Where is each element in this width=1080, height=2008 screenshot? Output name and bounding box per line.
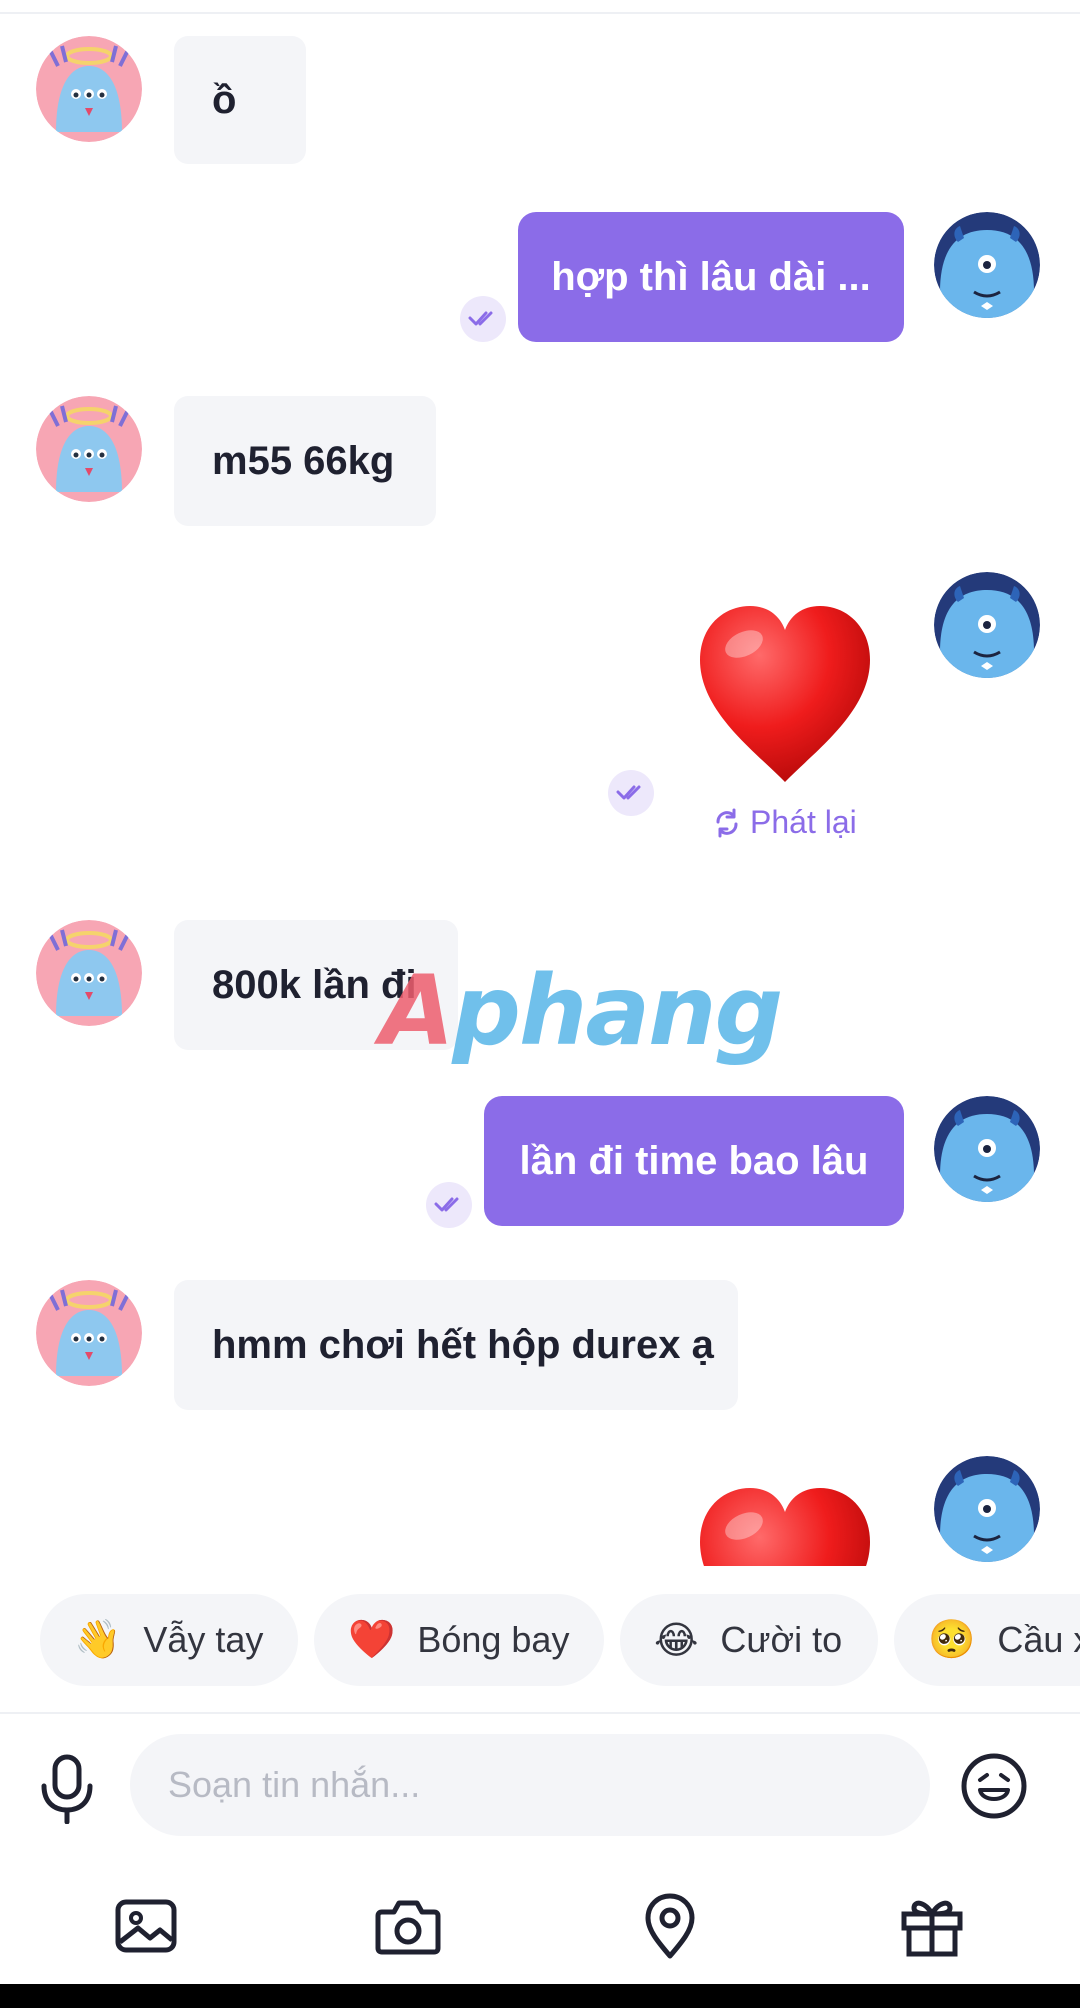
contact-avatar[interactable] (36, 920, 142, 1026)
message-text: m55 66kg (212, 438, 395, 483)
quick-reply-wave[interactable]: 👋 Vẫy tay (40, 1594, 298, 1686)
composer (0, 1730, 1080, 1840)
wave-emoji-icon: 👋 (74, 1619, 122, 1661)
replay-icon (716, 808, 738, 837)
quick-reply-balloon[interactable]: ❤️ Bóng bay (314, 1594, 604, 1686)
message-text: hmm chơi hết hộp durex ạ (212, 1322, 714, 1367)
quick-reply-bar[interactable]: 👋 Vẫy tay ❤️ Bóng bay 😂 Cười to 🥺 Cầu x (0, 1590, 1080, 1690)
my-avatar[interactable] (934, 1456, 1040, 1562)
incoming-message[interactable]: m55 66kg (174, 396, 436, 526)
pleading-emoji-icon: 🥺 (928, 1619, 976, 1661)
my-avatar[interactable] (934, 572, 1040, 678)
message-text: hợp thì lâu dài ... (551, 254, 871, 299)
replay-label: Phát lại (750, 804, 857, 840)
gift-icon[interactable] (896, 1890, 968, 1962)
contact-avatar[interactable] (36, 396, 142, 502)
contact-avatar[interactable] (36, 1280, 142, 1386)
quick-reply-laugh[interactable]: 😂 Cười to (620, 1594, 878, 1686)
quick-reply-label: Cười to (720, 1619, 843, 1660)
quick-reply-label: Vẫy tay (143, 1619, 264, 1660)
attachment-toolbar (0, 1890, 1080, 1962)
header-divider (0, 0, 1080, 14)
message-text: lần đi time bao lâu (519, 1138, 869, 1183)
camera-icon[interactable] (372, 1890, 444, 1962)
location-icon[interactable] (634, 1890, 706, 1962)
message-text: ồ (212, 77, 237, 122)
message-input[interactable] (130, 1734, 930, 1836)
image-icon[interactable] (110, 1890, 182, 1962)
incoming-message[interactable]: hmm chơi hết hộp durex ạ (174, 1280, 738, 1410)
message-list[interactable]: ồ hợp thì lâu dài ... m55 66kg Phát lại … (0, 14, 1080, 1566)
heart-sticker[interactable] (696, 602, 874, 786)
my-avatar[interactable] (934, 1096, 1040, 1202)
emoji-picker-icon[interactable] (960, 1752, 1028, 1820)
outgoing-message[interactable]: hợp thì lâu dài ... (518, 212, 904, 342)
quick-reply-label: Cầu x (997, 1619, 1080, 1660)
heart-emoji-icon: ❤️ (348, 1619, 396, 1661)
replay-button[interactable]: Phát lại (712, 804, 857, 841)
read-receipt-icon (426, 1182, 472, 1228)
system-nav-bar (0, 1984, 1080, 2008)
my-avatar[interactable] (934, 212, 1040, 318)
quick-reply-label: Bóng bay (417, 1619, 570, 1660)
read-receipt-icon (608, 770, 654, 816)
laugh-emoji-icon: 😂 (654, 1619, 699, 1662)
read-receipt-icon (460, 296, 506, 342)
incoming-message[interactable]: ồ (174, 36, 306, 164)
heart-sticker[interactable] (696, 1484, 874, 1566)
message-text: 800k lần đi (212, 962, 417, 1007)
microphone-icon[interactable] (36, 1754, 98, 1824)
contact-avatar[interactable] (36, 36, 142, 142)
composer-divider (0, 1712, 1080, 1714)
incoming-message[interactable]: 800k lần đi (174, 920, 458, 1050)
quick-reply-plead[interactable]: 🥺 Cầu x (894, 1594, 1080, 1686)
outgoing-message[interactable]: lần đi time bao lâu (484, 1096, 904, 1226)
